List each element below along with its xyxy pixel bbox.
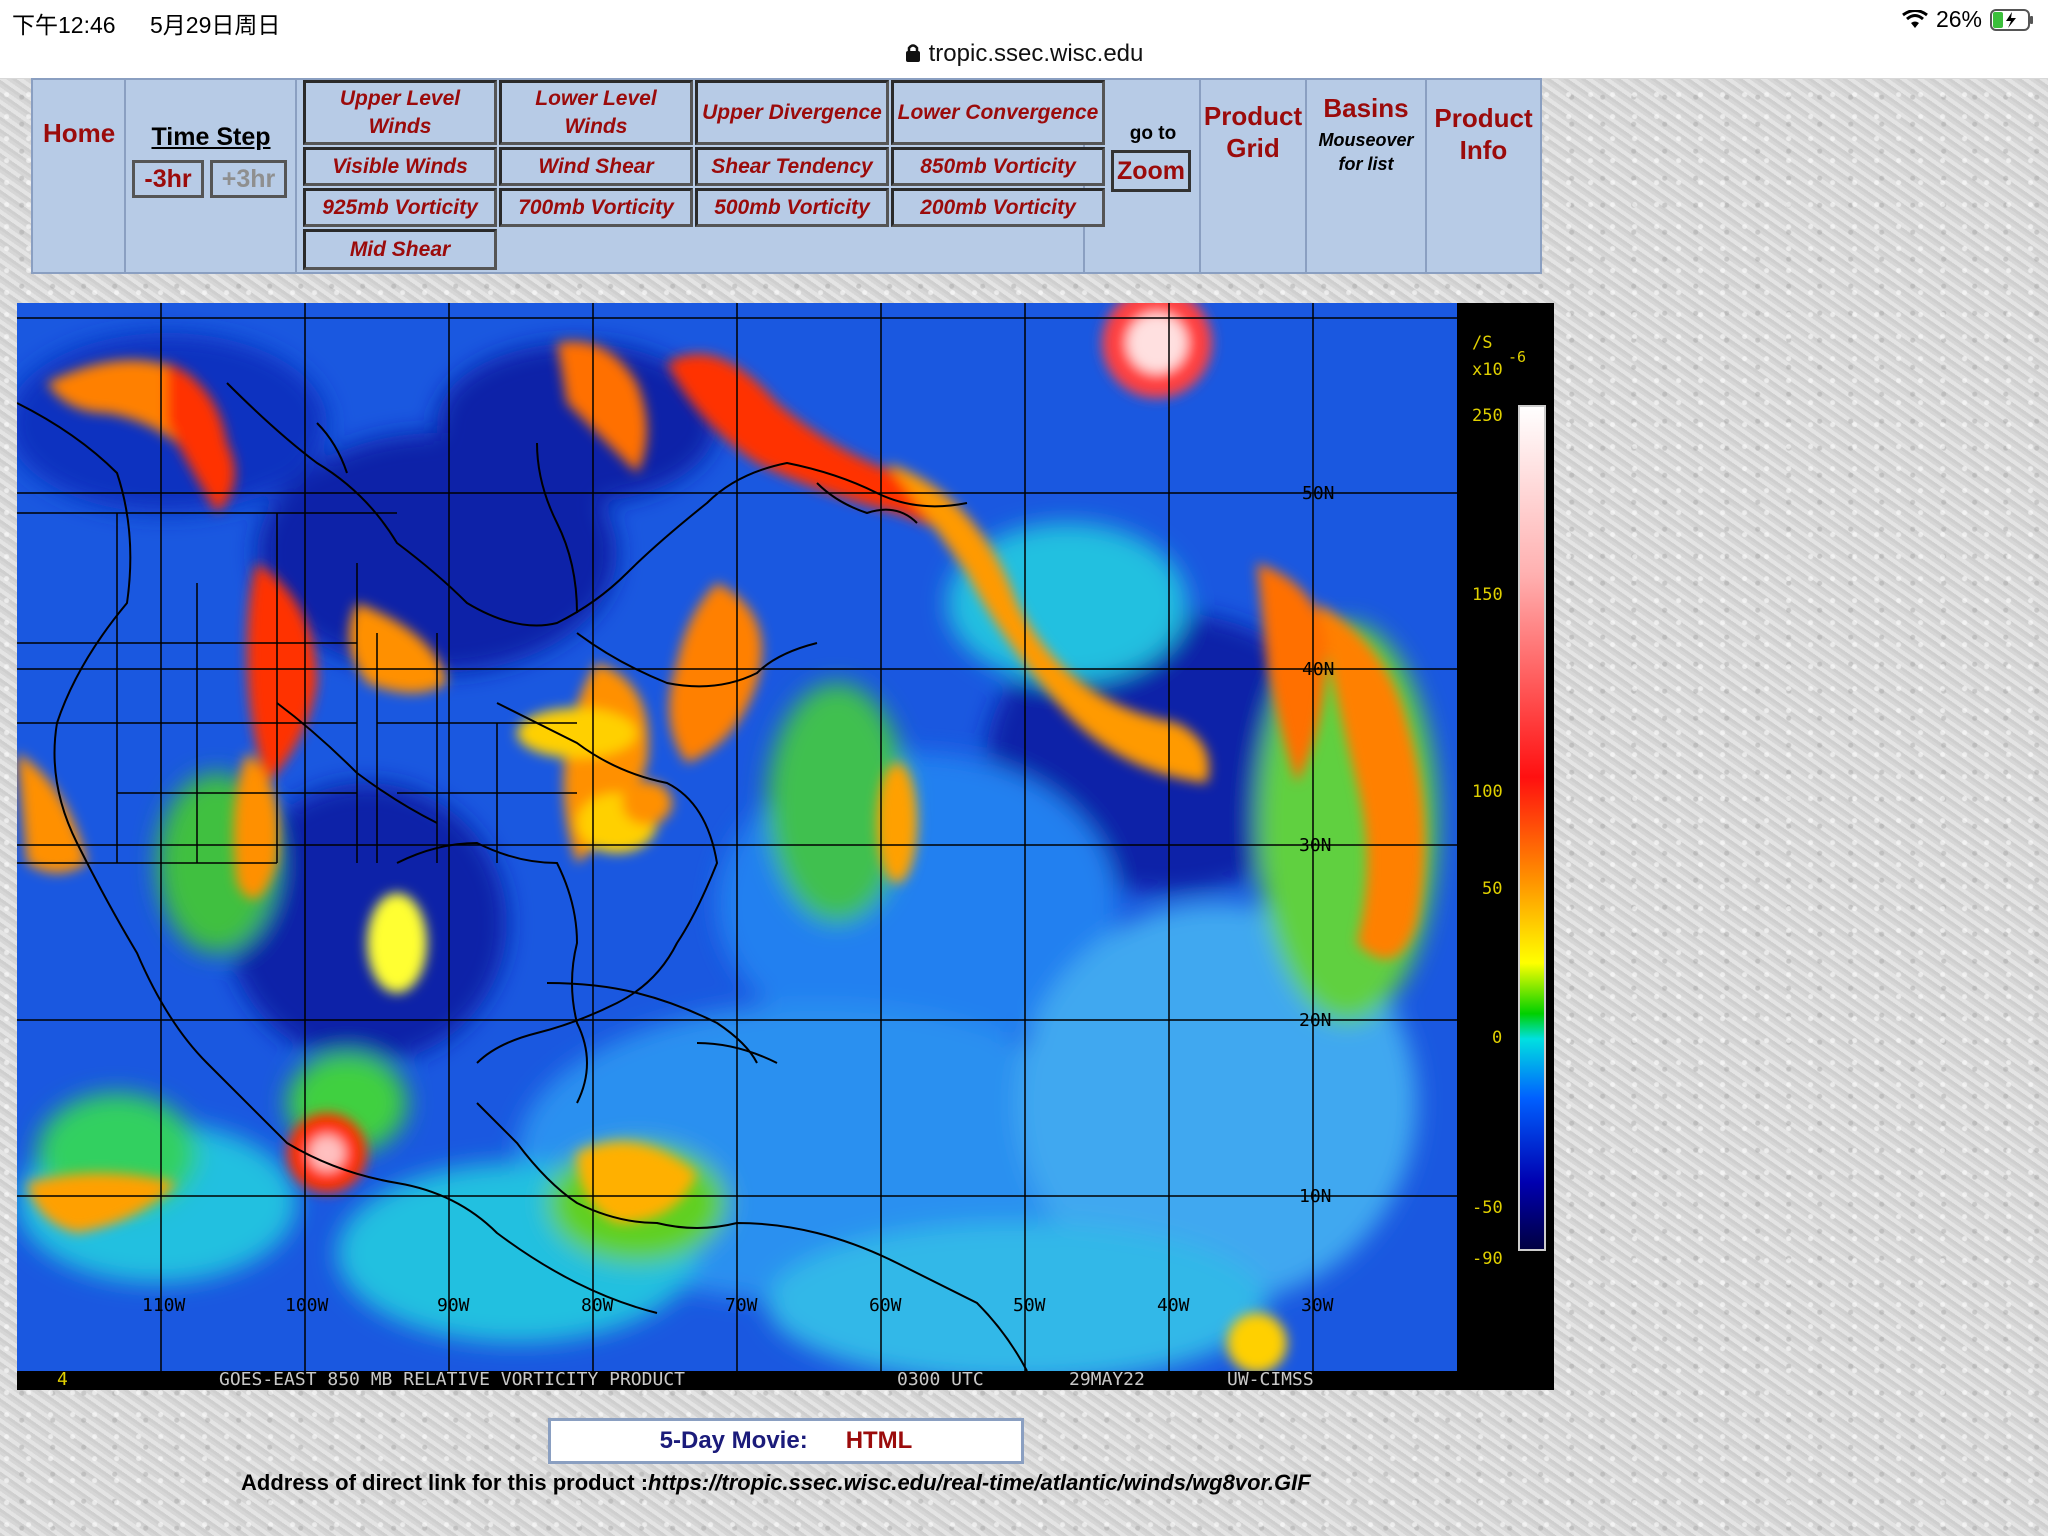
lon-label-110w: 110W: [142, 1295, 186, 1316]
lat-label-20n: 20N: [1299, 1010, 1332, 1031]
tab-200mb-vorticity[interactable]: 200mb Vorticity: [891, 188, 1105, 227]
lon-label-80w: 80W: [581, 1295, 614, 1316]
tab-upper-level-winds[interactable]: Upper Level Winds: [303, 80, 497, 145]
battery-icon: [1990, 8, 2033, 31]
tab-upper-divergence[interactable]: Upper Divergence: [695, 80, 889, 145]
scale-prefix: x10: [1472, 360, 1503, 380]
product-grid-link[interactable]: Product Grid: [1201, 100, 1305, 164]
lat-label-10n: 10N: [1299, 1186, 1332, 1207]
status-bar: 下午12:46 5月29日周日 26% tropic.ssec.wisc.edu: [0, 0, 2048, 79]
lock-icon: [905, 44, 920, 62]
movie-html-link[interactable]: HTML: [846, 1427, 913, 1455]
basins-hint: Mouseover for list: [1318, 130, 1414, 174]
scale-units: /S: [1472, 333, 1492, 353]
scale-tick-minus90: -90: [1472, 1249, 1503, 1269]
direct-link-label: Address of direct link for this product …: [241, 1470, 649, 1495]
lon-label-30w: 30W: [1301, 1295, 1334, 1316]
color-bar: [1518, 405, 1546, 1251]
lon-label-40w: 40W: [1157, 1295, 1190, 1316]
tab-wind-shear[interactable]: Wind Shear: [499, 147, 693, 186]
lat-label-40n: 40N: [1302, 659, 1335, 680]
status-time: 下午12:46: [12, 12, 116, 38]
scale-tick-250: 250: [1472, 406, 1503, 426]
tab-lower-convergence[interactable]: Lower Convergence: [891, 80, 1105, 145]
scale-tick-100: 100: [1472, 782, 1503, 802]
time-step-cell: Time Step -3hr +3hr: [126, 80, 297, 274]
vorticity-map[interactable]: 50N 40N 30N 20N 10N 110W 100W 90W 80W 70…: [17, 303, 1554, 1390]
lon-label-50w: 50W: [1013, 1295, 1046, 1316]
footer-frame: 4: [57, 1369, 68, 1390]
scale-tick-150: 150: [1472, 585, 1503, 605]
url-text: tropic.ssec.wisc.edu: [928, 40, 1144, 67]
product-nav: Home Time Step -3hr +3hr Upper Level Win…: [31, 78, 1542, 274]
product-info-cell: Product Info: [1427, 80, 1540, 274]
lon-label-70w: 70W: [725, 1295, 758, 1316]
minus-3hr-button[interactable]: -3hr: [132, 160, 204, 198]
tab-shear-tendency[interactable]: Shear Tendency: [695, 147, 889, 186]
lat-label-30n: 30N: [1299, 835, 1332, 856]
url-bar[interactable]: tropic.ssec.wisc.edu: [0, 40, 2048, 68]
home-link[interactable]: Home: [43, 118, 115, 149]
direct-link-url[interactable]: https://tropic.ssec.wisc.edu/real-time/a…: [648, 1470, 1311, 1495]
tab-500mb-vorticity[interactable]: 500mb Vorticity: [695, 188, 889, 227]
map-canvas: 50N 40N 30N 20N 10N 110W 100W 90W 80W 70…: [17, 303, 1546, 1390]
movie-label: 5-Day Movie:: [659, 1427, 808, 1454]
tab-mid-shear[interactable]: Mid Shear: [303, 229, 497, 270]
lon-label-90w: 90W: [437, 1295, 470, 1316]
basins-link[interactable]: Basins: [1307, 92, 1425, 124]
battery-percent: 26%: [1935, 6, 1982, 32]
tab-925mb-vorticity[interactable]: 925mb Vorticity: [303, 188, 497, 227]
product-tabs-cell: Upper Level Winds Lower Level Winds Uppe…: [297, 80, 1105, 274]
footer-time: 0300 UTC: [897, 1369, 984, 1390]
tab-700mb-vorticity[interactable]: 700mb Vorticity: [499, 188, 693, 227]
wifi-icon: [1902, 9, 1928, 28]
zoom-button[interactable]: Zoom: [1111, 150, 1191, 192]
tab-lower-level-winds[interactable]: Lower Level Winds: [499, 80, 693, 145]
scale-tick-minus50: -50: [1472, 1198, 1503, 1218]
lat-label-50n: 50N: [1302, 483, 1335, 504]
product-grid-cell: Product Grid: [1201, 80, 1307, 274]
zoom-cell: go to Zoom: [1105, 80, 1201, 274]
scale-tick-0: 0: [1492, 1028, 1502, 1048]
lon-label-60w: 60W: [869, 1295, 902, 1316]
color-scale: /S x10 -6 250 150 100 50 0 -50 -90: [1472, 333, 1546, 1269]
movie-box: 5-Day Movie: HTML: [548, 1418, 1024, 1464]
plus-3hr-button[interactable]: +3hr: [210, 160, 287, 198]
home-cell: Home: [33, 80, 126, 274]
lon-label-100w: 100W: [285, 1295, 329, 1316]
footer-source: UW-CIMSS: [1227, 1369, 1314, 1390]
tab-850mb-vorticity[interactable]: 850mb Vorticity: [891, 147, 1105, 186]
tab-visible-winds[interactable]: Visible Winds: [303, 147, 497, 186]
go-to-label: go to: [1129, 123, 1177, 144]
scale-exponent: -6: [1508, 348, 1526, 366]
footer-date: 29MAY22: [1069, 1369, 1145, 1390]
footer-product: GOES-EAST 850 MB RELATIVE VORTICITY PROD…: [219, 1369, 685, 1390]
status-date: 5月29日周日: [150, 12, 281, 38]
time-step-label: Time Step: [151, 123, 271, 151]
basins-cell: Basins Mouseover for list: [1307, 80, 1427, 274]
product-info-link[interactable]: Product Info: [1427, 102, 1540, 166]
status-indicators: 26%: [1902, 6, 2034, 33]
map-footer: 4 GOES-EAST 850 MB RELATIVE VORTICITY PR…: [57, 1369, 1314, 1390]
scale-tick-50: 50: [1482, 879, 1502, 899]
direct-link-line: Address of direct link for this product …: [241, 1470, 1311, 1496]
